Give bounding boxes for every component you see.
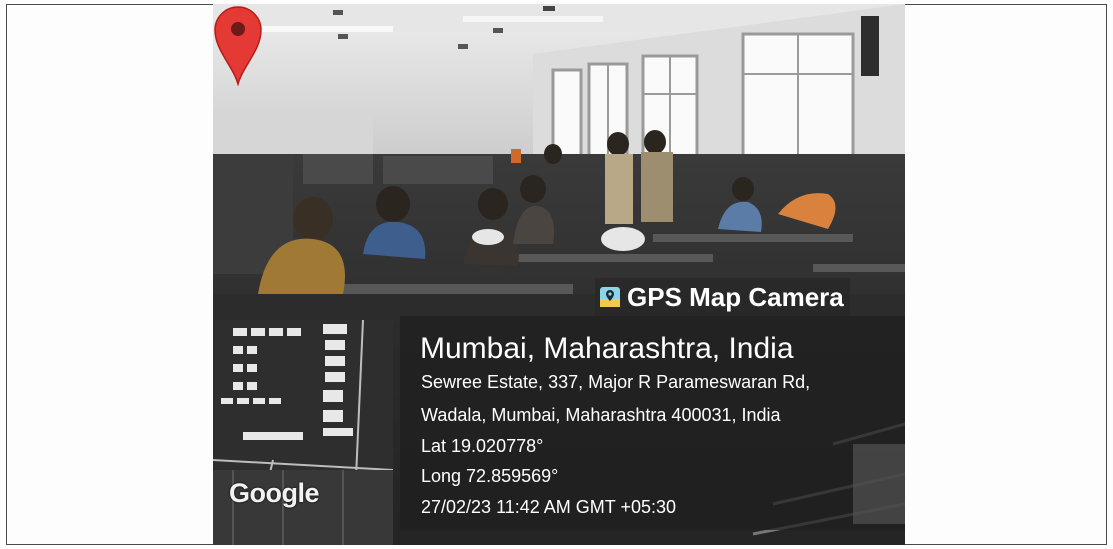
brand-label: GPS Map Camera: [627, 281, 844, 312]
map-thumbnail[interactable]: Google: [213, 320, 393, 545]
address-line-1: Sewree Estate, 337, Major R Parameswaran…: [421, 372, 811, 392]
longitude-readout: Long 72.859569°: [421, 466, 559, 486]
timestamp: 27/02/23 11:42 AM GMT +05:30: [421, 497, 677, 517]
address-line-2: Wadala, Mumbai, Maharashtra 400031, Indi…: [421, 405, 781, 425]
gps-map-camera-badge: GPS Map Camera: [595, 278, 850, 316]
map-tiles: [213, 320, 393, 545]
map-pin-icon: [214, 6, 262, 86]
location-title: Mumbai, Maharashtra, India: [420, 332, 794, 365]
page: Google GPS Map Camera Mumbai, Maharashtr…: [0, 0, 1113, 549]
google-logo: Google: [229, 478, 320, 508]
latitude-readout: Lat 19.020778°: [421, 436, 544, 456]
classroom-photo: Google GPS Map Camera Mumbai, Maharashtr…: [213, 4, 905, 545]
location-info-panel: Mumbai, Maharashtra, India Sewree Estate…: [400, 316, 905, 530]
gps-map-camera-icon: [599, 286, 621, 308]
